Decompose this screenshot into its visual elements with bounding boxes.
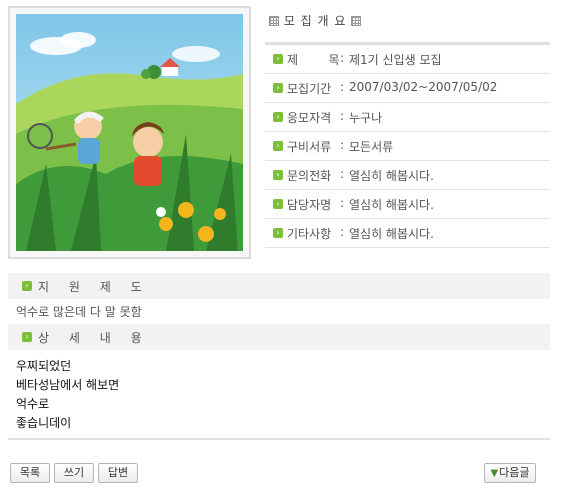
grid-icon <box>269 16 279 26</box>
details-section-header: › 상 세 내 용 <box>8 324 550 350</box>
info-value: 열심히 해봅시다. <box>349 227 434 241</box>
green-arrow-icon: › <box>273 83 283 93</box>
info-separator: : <box>340 225 345 239</box>
write-button[interactable]: 쓰기 <box>54 463 94 483</box>
support-title: 지 원 제 도 <box>38 280 150 294</box>
green-arrow-icon: › <box>22 281 32 291</box>
info-label: 문의전화 <box>287 169 332 183</box>
info-value: 모든서류 <box>349 140 394 154</box>
info-value: 열심히 해봅시다. <box>349 198 434 212</box>
info-value: 누구나 <box>349 111 383 125</box>
detail-line: 억수로 <box>16 397 50 411</box>
info-row-title: › 제 목 : 제1기 신입생 모집 <box>265 45 550 74</box>
info-separator: : <box>340 109 345 123</box>
info-row-phone: › 문의전화 : 열심히 해봅시다. <box>265 161 550 190</box>
summary-heading: 모 집 개 요 <box>269 12 362 29</box>
next-post-label: 다음글 <box>499 466 530 479</box>
info-label: 제 목 <box>287 53 340 67</box>
green-arrow-icon: › <box>273 54 283 64</box>
info-value: 열심히 해봅시다. <box>349 169 434 183</box>
support-text: 억수로 많은데 다 말 못함 <box>16 305 142 319</box>
recruit-image-frame <box>8 6 251 259</box>
info-row-period: › 모집기간 : 2007/03/02~2007/05/02 <box>265 74 550 103</box>
info-value: 2007/03/02~2007/05/02 <box>349 80 498 94</box>
green-arrow-icon: › <box>273 170 283 180</box>
info-label: 구비서류 <box>287 140 332 154</box>
green-arrow-icon: › <box>273 199 283 209</box>
info-separator: : <box>340 80 345 94</box>
detail-line: 베타성남에서 해보면 <box>16 378 120 392</box>
info-row-contact: › 담당자명 : 열심히 해봅시다. <box>265 190 550 219</box>
list-button[interactable]: 목록 <box>10 463 50 483</box>
info-label: 모집기간 <box>287 82 332 96</box>
kids-meadow-illustration <box>16 14 243 251</box>
info-separator: : <box>340 196 345 210</box>
details-title: 상 세 내 용 <box>38 331 150 345</box>
support-section-header: › 지 원 제 도 <box>8 273 550 299</box>
green-arrow-icon: › <box>273 141 283 151</box>
info-row-documents: › 구비서류 : 모든서류 <box>265 132 550 161</box>
grid-icon <box>351 16 362 26</box>
info-row-eligibility: › 응모자격 : 누구나 <box>265 103 550 132</box>
info-separator: : <box>340 167 345 181</box>
bottom-divider <box>8 438 550 440</box>
info-label: 기타사항 <box>287 227 332 241</box>
detail-line: 좋습니데이 <box>16 416 72 430</box>
reply-button[interactable]: 답변 <box>98 463 138 483</box>
down-arrow-icon: ▼ <box>490 468 499 479</box>
green-arrow-icon: › <box>22 332 32 342</box>
info-label: 담당자명 <box>287 198 332 212</box>
next-post-button[interactable]: ▼다음글 <box>484 463 536 483</box>
info-value: 제1기 신입생 모집 <box>349 53 442 67</box>
info-separator: : <box>340 51 345 65</box>
green-arrow-icon: › <box>273 112 283 122</box>
summary-title: 모 집 개 요 <box>283 14 347 28</box>
detail-line: 우찌되었던 <box>16 359 72 373</box>
info-row-etc: › 기타사항 : 열심히 해봅시다. <box>265 219 550 248</box>
info-label: 응모자격 <box>287 111 332 125</box>
green-arrow-icon: › <box>273 228 283 238</box>
info-separator: : <box>340 138 345 152</box>
